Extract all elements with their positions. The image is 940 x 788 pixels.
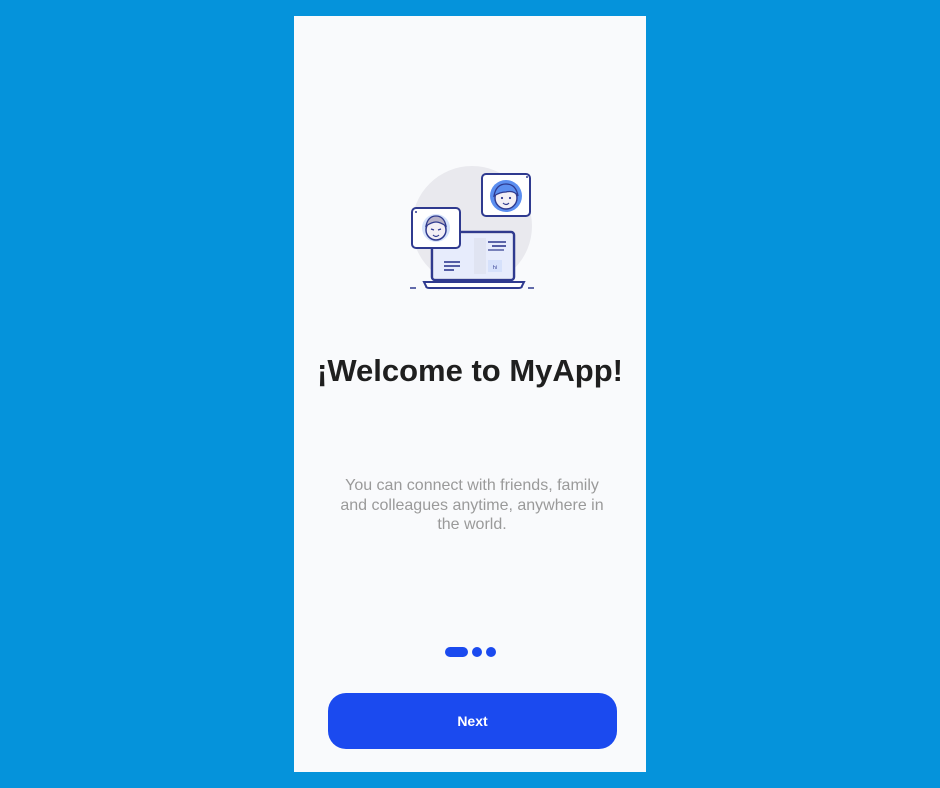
next-button[interactable]: Next bbox=[328, 693, 617, 749]
page-dot[interactable] bbox=[472, 647, 482, 657]
male-avatar-icon bbox=[411, 207, 461, 249]
page-dot-active[interactable] bbox=[445, 647, 468, 657]
stage: hi ¡Welcome to MyApp! You can connect wi… bbox=[0, 0, 940, 788]
illustration-badge: hi bbox=[493, 265, 498, 271]
page-indicator bbox=[445, 647, 496, 657]
onboarding-screen: hi ¡Welcome to MyApp! You can connect wi… bbox=[294, 16, 646, 772]
next-button-label: Next bbox=[457, 713, 488, 729]
welcome-subtitle: You can connect with friends, family and… bbox=[340, 477, 604, 533]
welcome-title: ¡Welcome to MyApp! bbox=[317, 353, 623, 388]
female-avatar-icon bbox=[481, 173, 531, 217]
page-dot[interactable] bbox=[486, 647, 496, 657]
video-call-illustration: hi bbox=[410, 166, 534, 289]
